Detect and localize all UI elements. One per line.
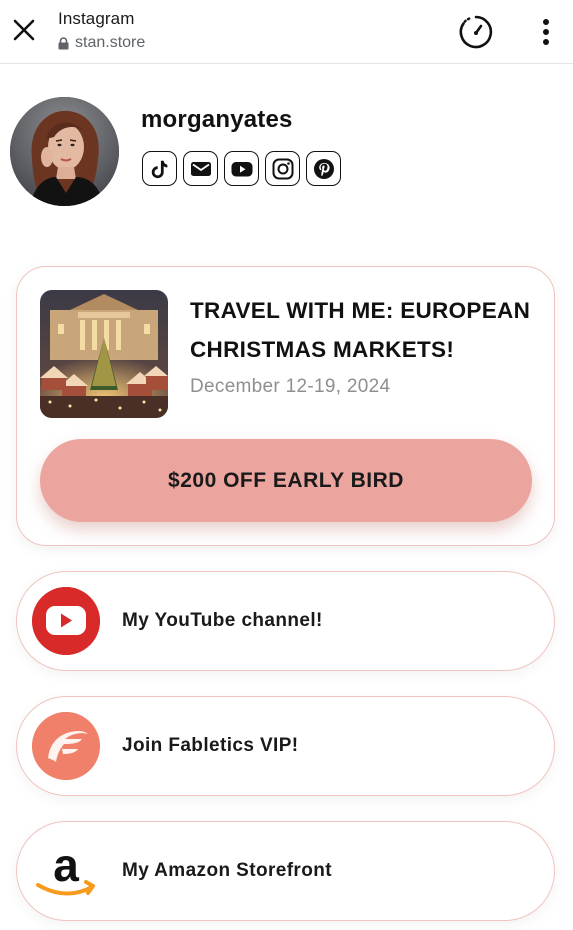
close-button[interactable] bbox=[8, 14, 40, 46]
browser-url-row: stan.store bbox=[58, 33, 145, 53]
browser-page-title: Instagram bbox=[58, 9, 135, 28]
profile-photo bbox=[10, 97, 119, 206]
instagram-icon bbox=[272, 158, 293, 179]
youtube-icon bbox=[231, 161, 252, 176]
fabletics-logo-icon bbox=[32, 712, 100, 780]
product-card[interactable]: TRAVEL WITH ME: EUROPEAN CHRISTMAS MARKE… bbox=[16, 266, 555, 546]
amazon-storefront-link[interactable]: a My Amazon Storefront bbox=[16, 821, 555, 921]
browser-toolbar: Instagram stan.store bbox=[0, 0, 573, 64]
tiktok-link[interactable] bbox=[142, 151, 177, 186]
browser-url: stan.store bbox=[75, 34, 146, 51]
product-date: December 12-19, 2024 bbox=[190, 376, 391, 397]
speed-button[interactable] bbox=[456, 12, 496, 52]
link-label: My Amazon Storefront bbox=[122, 860, 332, 881]
youtube-link[interactable] bbox=[224, 151, 259, 186]
early-bird-button[interactable]: $200 OFF EARLY BIRD bbox=[40, 439, 532, 522]
link-label: My YouTube channel! bbox=[122, 610, 323, 631]
instagram-link[interactable] bbox=[265, 151, 300, 186]
product-title: TRAVEL WITH ME: EUROPEAN CHRISTMAS MARKE… bbox=[190, 298, 531, 362]
more-options-button[interactable] bbox=[530, 12, 562, 52]
svg-text:a: a bbox=[53, 839, 79, 891]
lock-icon bbox=[58, 36, 69, 49]
close-icon bbox=[13, 19, 35, 41]
email-link[interactable] bbox=[183, 151, 218, 186]
avatar bbox=[10, 97, 119, 206]
pinterest-link[interactable] bbox=[306, 151, 341, 186]
social-links bbox=[142, 151, 341, 186]
profile-username: morganyates bbox=[141, 106, 293, 133]
amazon-logo-icon: a bbox=[32, 837, 100, 905]
youtube-channel-link[interactable]: My YouTube channel! bbox=[16, 571, 555, 671]
product-thumbnail bbox=[40, 290, 168, 418]
more-vertical-icon bbox=[543, 19, 549, 45]
pinterest-icon bbox=[313, 158, 334, 179]
link-label: Join Fabletics VIP! bbox=[122, 735, 299, 756]
youtube-logo-icon bbox=[32, 587, 100, 655]
tiktok-icon bbox=[151, 160, 167, 178]
christmas-market-image bbox=[40, 290, 168, 418]
speedometer-icon bbox=[459, 15, 493, 49]
fabletics-vip-link[interactable]: Join Fabletics VIP! bbox=[16, 696, 555, 796]
email-icon bbox=[190, 161, 211, 176]
